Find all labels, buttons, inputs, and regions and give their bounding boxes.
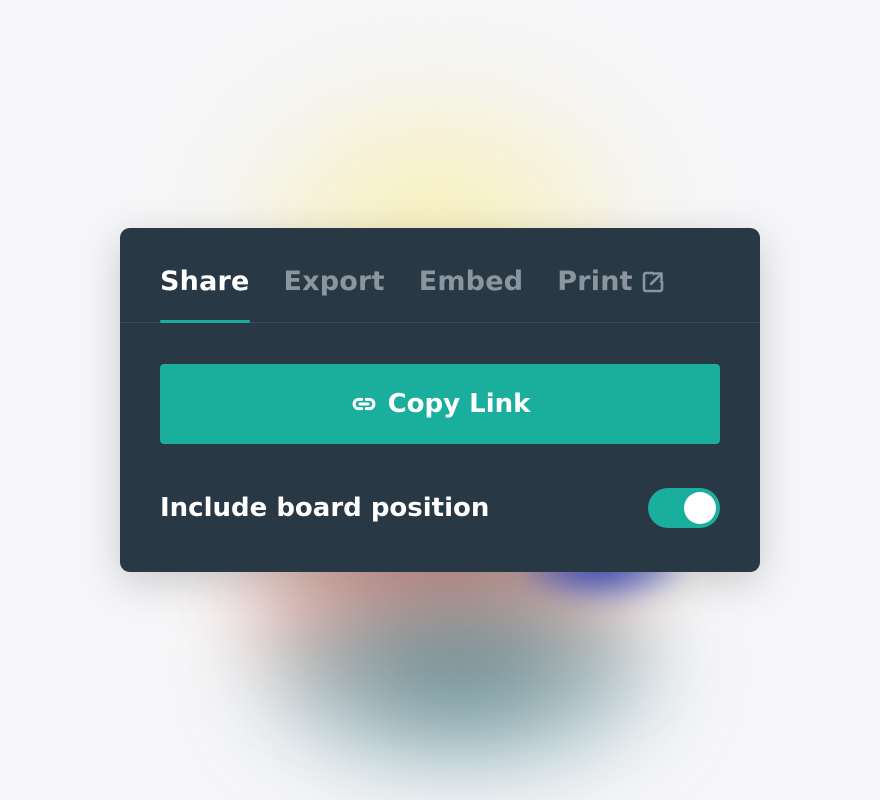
link-icon — [352, 397, 375, 411]
tab-embed[interactable]: Embed — [419, 266, 524, 322]
tab-share-label: Share — [160, 266, 250, 297]
tab-print[interactable]: Print — [557, 266, 665, 322]
external-link-icon — [642, 270, 664, 292]
tab-embed-label: Embed — [418, 266, 524, 297]
include-position-row: Include board position — [160, 484, 720, 532]
tab-export[interactable]: Export — [284, 266, 385, 322]
tab-export-label: Export — [283, 266, 385, 297]
toggle-knob — [684, 492, 716, 524]
copy-link-button[interactable]: Copy Link — [160, 364, 720, 444]
tab-print-label: Print — [557, 266, 633, 297]
tab-share[interactable]: Share — [160, 266, 250, 323]
share-panel: Share Export Embed Print Copy Link Inclu… — [120, 228, 760, 572]
copy-link-label: Copy Link — [387, 389, 531, 419]
tab-bar: Share Export Embed Print — [120, 228, 760, 323]
include-position-toggle[interactable] — [648, 488, 720, 528]
include-position-label: Include board position — [160, 493, 490, 523]
